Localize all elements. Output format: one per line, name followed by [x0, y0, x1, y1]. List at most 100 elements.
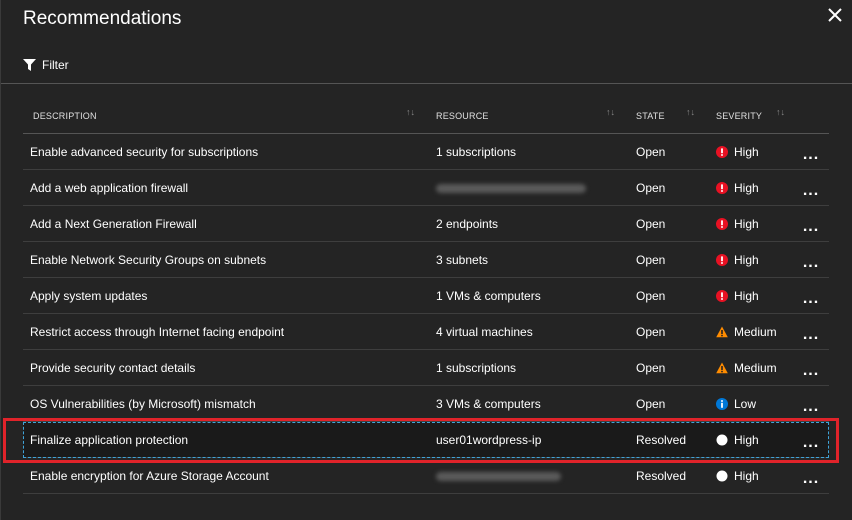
severity-label: Medium — [734, 361, 777, 375]
more-options-button[interactable]: ... — [799, 134, 823, 170]
more-options-button[interactable]: ... — [799, 350, 823, 386]
more-options-button[interactable]: ... — [799, 206, 823, 242]
table-row[interactable]: Add a Next Generation Firewall 2 endpoint… — [23, 206, 829, 242]
severity-label: High — [734, 289, 759, 303]
table-row[interactable]: Finalize application protection user01wor… — [23, 422, 829, 458]
sort-icon[interactable]: ↑↓ — [776, 107, 785, 117]
state-cell: Open — [636, 289, 666, 303]
recommendations-table: DESCRIPTION ↑↓ RESOURCE ↑↓ STATE ↑↓ SEVE… — [23, 98, 829, 494]
table-row[interactable]: Enable advanced security for subscriptio… — [23, 134, 829, 170]
severity-label: High — [734, 181, 759, 195]
description-cell: Add a web application firewall — [30, 181, 189, 195]
sort-icon[interactable]: ↑↓ — [406, 107, 415, 117]
severity-cell: Medium — [716, 350, 806, 386]
severity-cell: High — [716, 278, 806, 314]
warning-icon — [716, 362, 728, 374]
error-icon — [716, 182, 728, 194]
state-cell: Resolved — [636, 433, 687, 447]
table-row[interactable]: Enable Network Security Groups on subnet… — [23, 242, 829, 278]
resource-text: 3 subnets — [436, 253, 489, 267]
resource-cell: user01wordpress-ip — [436, 422, 626, 458]
table-body: Enable advanced security for subscriptio… — [23, 134, 829, 494]
state-cell: Open — [636, 253, 666, 267]
column-header-severity[interactable]: SEVERITY — [716, 98, 762, 134]
table-row[interactable]: Enable encryption for Azure Storage Acco… — [23, 458, 829, 494]
state-cell: Resolved — [636, 469, 687, 483]
resource-text: 1 subscriptions — [436, 361, 517, 375]
severity-cell: Low — [716, 386, 806, 422]
info-icon — [716, 398, 728, 410]
severity-cell: High — [716, 422, 806, 458]
panel-title: Recommendations — [23, 8, 182, 29]
state-cell: Open — [636, 325, 666, 339]
severity-label: High — [734, 217, 759, 231]
severity-label: High — [734, 145, 759, 159]
resource-cell — [436, 170, 626, 206]
description-cell: Restrict access through Internet facing … — [30, 325, 285, 339]
more-options-button[interactable]: ... — [799, 314, 823, 350]
resolved-icon — [716, 434, 728, 446]
resource-cell: 3 VMs & computers — [436, 386, 626, 422]
severity-cell: High — [716, 170, 806, 206]
sort-icon[interactable]: ↑↓ — [606, 107, 615, 117]
severity-label: Low — [734, 397, 757, 411]
table-row[interactable]: Provide security contact details 1 subscr… — [23, 350, 829, 386]
more-options-button[interactable]: ... — [799, 278, 823, 314]
error-icon — [716, 146, 728, 158]
more-options-button[interactable]: ... — [799, 422, 823, 458]
resource-cell: 2 endpoints — [436, 206, 626, 242]
resource-cell: 3 subnets — [436, 242, 626, 278]
severity-label: High — [734, 433, 759, 447]
severity-cell: Medium — [716, 314, 806, 350]
description-cell: Enable advanced security for subscriptio… — [30, 145, 259, 159]
severity-label: Medium — [734, 325, 777, 339]
state-cell: Open — [636, 397, 666, 411]
resource-text: 2 endpoints — [436, 217, 499, 231]
severity-cell: High — [716, 134, 806, 170]
state-cell: Open — [636, 181, 666, 195]
column-header-resource[interactable]: RESOURCE — [436, 98, 489, 134]
more-options-button[interactable]: ... — [799, 242, 823, 278]
sort-icon[interactable]: ↑↓ — [686, 107, 695, 117]
more-options-button[interactable]: ... — [799, 386, 823, 422]
description-cell: OS Vulnerabilities (by Microsoft) mismat… — [30, 397, 256, 411]
error-icon — [716, 254, 728, 266]
column-header-description[interactable]: DESCRIPTION — [33, 98, 97, 134]
resource-cell: 1 VMs & computers — [436, 278, 626, 314]
resource-text: 1 VMs & computers — [436, 289, 541, 303]
severity-cell: High — [716, 242, 806, 278]
table-row[interactable]: Apply system updates 1 VMs & computers Ope… — [23, 278, 829, 314]
table-row[interactable]: Add a web application firewall Open High..… — [23, 170, 829, 206]
error-icon — [716, 218, 728, 230]
resolved-icon — [716, 470, 728, 482]
description-cell: Finalize application protection — [30, 433, 189, 447]
resource-cell: 1 subscriptions — [436, 350, 626, 386]
description-cell: Add a Next Generation Firewall — [30, 217, 197, 231]
table-row[interactable]: OS Vulnerabilities (by Microsoft) mismat… — [23, 386, 829, 422]
resource-cell: 1 subscriptions — [436, 134, 626, 170]
state-cell: Open — [636, 217, 666, 231]
resource-text: 4 virtual machines — [436, 325, 533, 339]
resource-text: 1 subscriptions — [436, 145, 517, 159]
resource-cell: 4 virtual machines — [436, 314, 626, 350]
description-cell: Enable Network Security Groups on subnet… — [30, 253, 267, 267]
table-row[interactable]: Restrict access through Internet facing … — [23, 314, 829, 350]
redacted-resource — [436, 471, 561, 481]
description-cell: Apply system updates — [30, 289, 148, 303]
error-icon — [716, 290, 728, 302]
severity-label: High — [734, 469, 759, 483]
severity-cell: High — [716, 206, 806, 242]
close-icon[interactable] — [826, 6, 844, 24]
warning-icon — [716, 326, 728, 338]
resource-text: user01wordpress-ip — [436, 433, 542, 447]
recommendations-panel: Recommendations Filter DESCRIPTION ↑↓ RE… — [0, 0, 852, 520]
more-options-button[interactable]: ... — [799, 170, 823, 206]
header-divider — [1, 83, 852, 84]
filter-button[interactable]: Filter — [23, 58, 69, 72]
column-header-state[interactable]: STATE — [636, 98, 665, 134]
more-options-button[interactable]: ... — [799, 458, 823, 494]
table-header: DESCRIPTION ↑↓ RESOURCE ↑↓ STATE ↑↓ SEVE… — [23, 98, 829, 134]
filter-icon — [23, 59, 36, 71]
redacted-resource — [436, 183, 586, 193]
resource-text: 3 VMs & computers — [436, 397, 541, 411]
